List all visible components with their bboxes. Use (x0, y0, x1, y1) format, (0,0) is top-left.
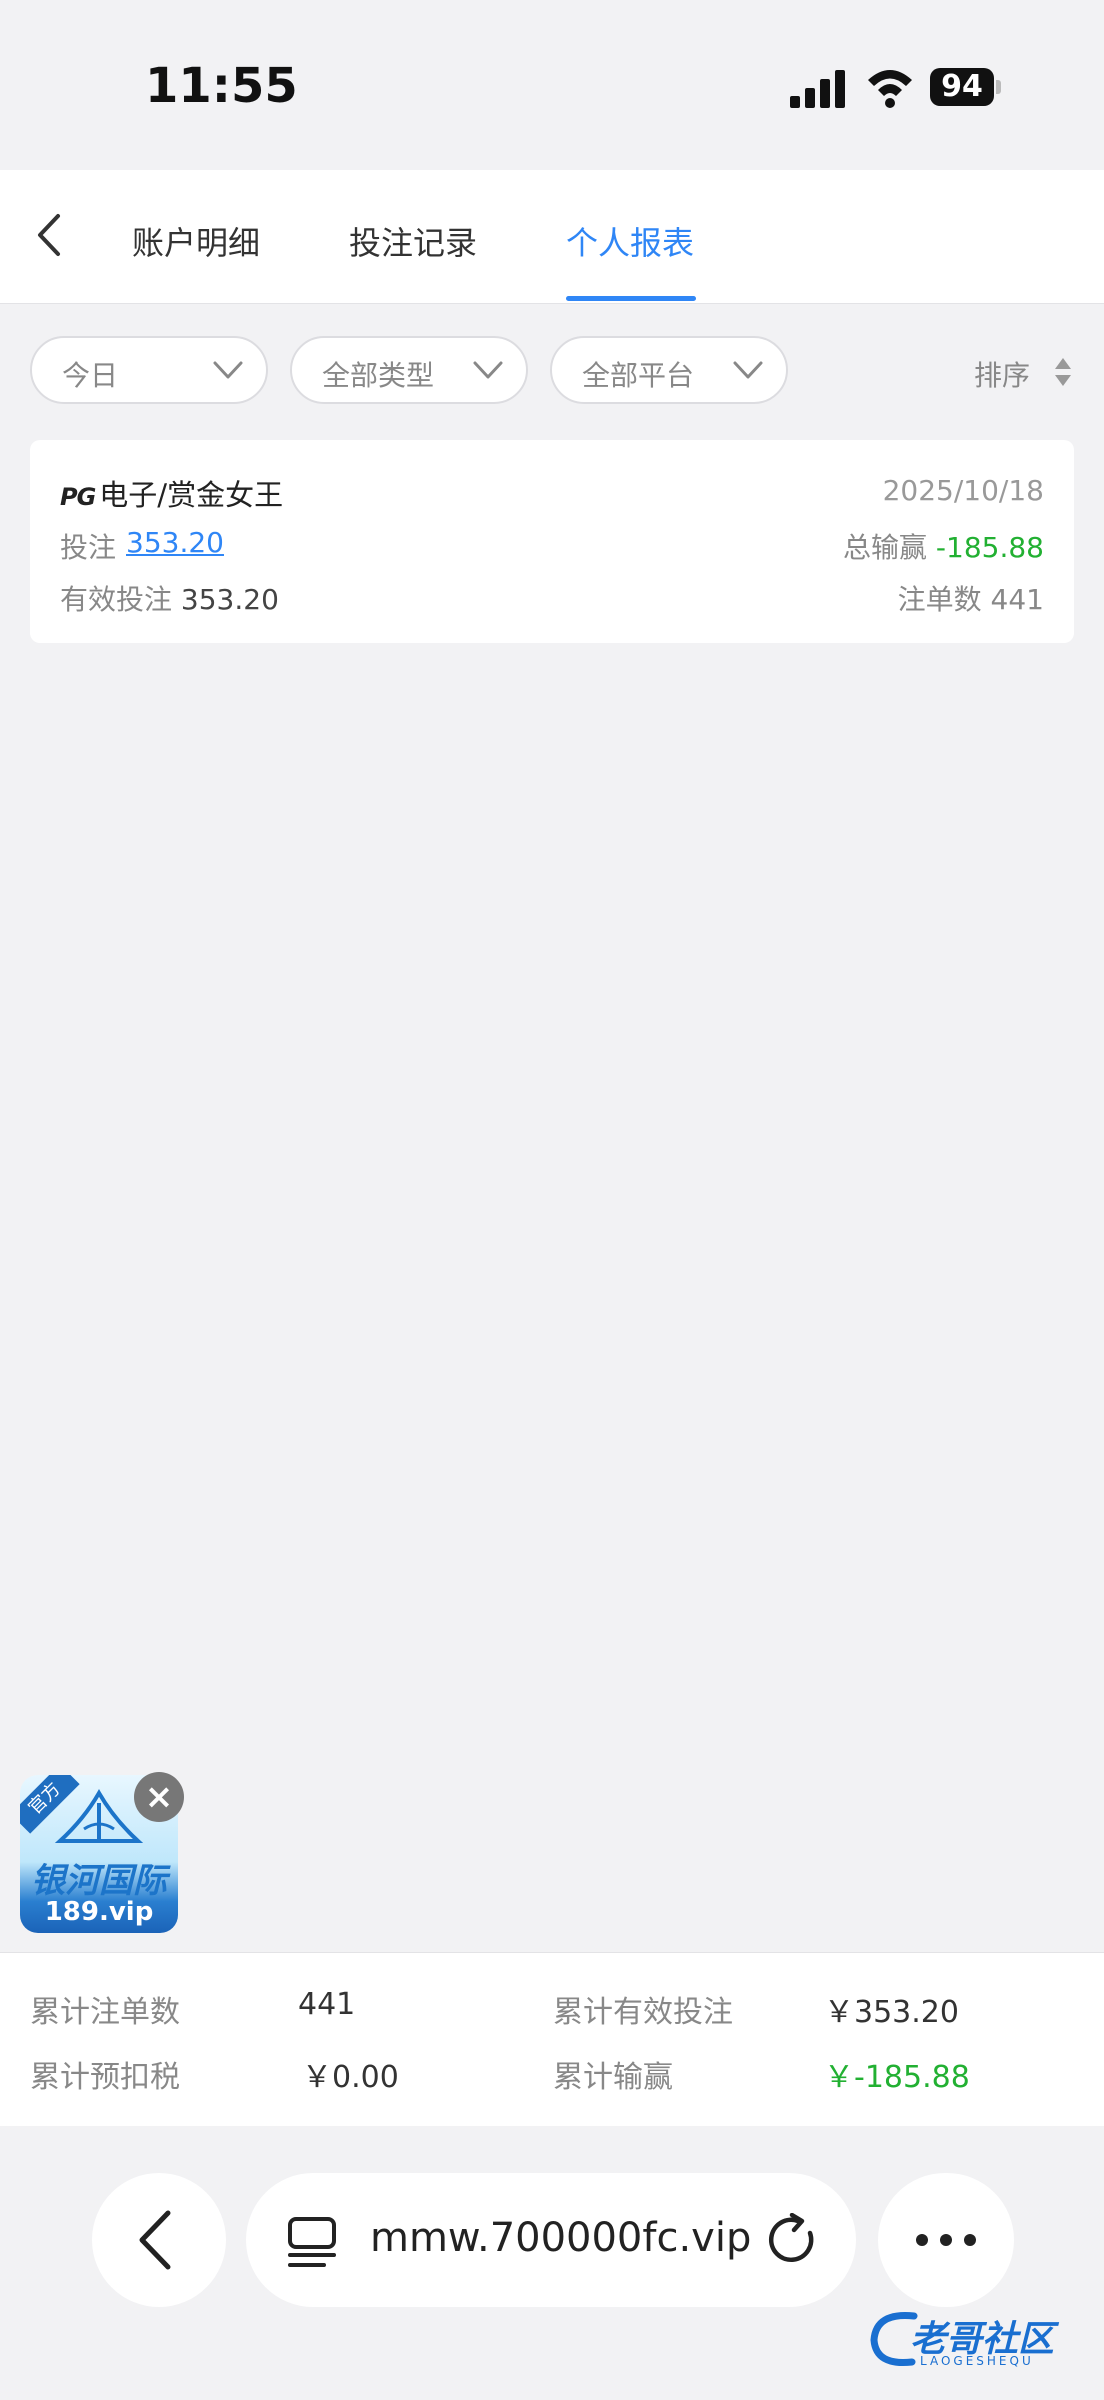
valid-bet-label: 有效投注 (60, 583, 173, 616)
platform-filter-dropdown[interactable]: 全部平台 (550, 336, 788, 404)
more-options-button[interactable] (878, 2173, 1014, 2307)
chevron-down-icon (213, 361, 243, 379)
promo-logo-icon (54, 1789, 144, 1843)
date-filter-label: 今日 (62, 359, 119, 392)
cellular-signal-icon (790, 70, 845, 108)
total-tax-label: 累计预扣税 (30, 2060, 180, 2095)
total-valid-bet-label: 累计有效投注 (553, 1995, 733, 2030)
battery-level: 94 (930, 68, 994, 106)
bet-amount-link[interactable]: 353.20 (126, 526, 224, 559)
total-win-loss-label: 累计输赢 (553, 2060, 673, 2095)
total-bets-label: 累计注单数 (30, 1995, 180, 2030)
date-filter-dropdown[interactable]: 今日 (30, 336, 268, 404)
win-value: -185.88 (935, 531, 1044, 564)
win-label: 总输赢 (843, 531, 928, 564)
status-time: 11:55 (145, 58, 298, 114)
more-dots-icon (916, 2234, 976, 2246)
total-valid-bet-value: ￥353.20 (824, 1995, 959, 2030)
watermark-logo: 老哥社区 LAOGESHEQU (866, 2302, 1092, 2374)
watermark-subtext: LAOGESHEQU (920, 2354, 1034, 2368)
valid-bet: 有效投注 353.20 (60, 578, 279, 618)
status-bar: 11:55 94 (0, 0, 1104, 170)
chevron-left-icon (139, 2210, 171, 2270)
tab-personal-report[interactable]: 个人报表 (566, 218, 694, 264)
bet-count: 注单数 441 (898, 578, 1044, 618)
summary-panel: 累计注单数 441 累计有效投注 ￥353.20 累计预扣税 ￥0.00 累计输… (0, 1952, 1104, 2126)
total-bets-value: 441 (298, 1987, 356, 2022)
bet-count-value: 441 (990, 583, 1044, 616)
promo-site: 189.vip (44, 1897, 154, 1927)
address-bar[interactable]: mmw.700000fc.vip (246, 2173, 856, 2307)
record-date: 2025/10/18 (882, 474, 1044, 507)
tab-bet-records[interactable]: 投注记录 (349, 218, 477, 264)
tab-overview-icon[interactable] (286, 2215, 338, 2271)
report-header: 账户明细 投注记录 个人报表 (0, 170, 1104, 304)
url-text: mmw.700000fc.vip (370, 2215, 752, 2261)
back-arrow-icon[interactable] (30, 210, 70, 260)
close-icon[interactable]: × (134, 1772, 184, 1822)
total-tax-value: ￥0.00 (302, 2060, 399, 2095)
report-record-card[interactable]: PG 电子/赏金女王 2025/10/18 投注 353.20 总输赢 -185.… (30, 440, 1074, 643)
promo-brand: 银河国际 (31, 1861, 167, 1901)
valid-bet-value: 353.20 (180, 583, 279, 616)
bet-count-label: 注单数 (897, 583, 982, 616)
type-filter-label: 全部类型 (322, 359, 435, 392)
platform-filter-label: 全部平台 (582, 359, 695, 392)
game-title: 电子/赏金女王 (99, 478, 284, 512)
reload-icon[interactable] (766, 2213, 822, 2269)
pg-logo-icon: PG (60, 483, 96, 511)
wifi-icon (868, 70, 912, 108)
game-name: PG 电子/赏金女王 (60, 472, 283, 514)
type-filter-dropdown[interactable]: 全部类型 (290, 336, 528, 404)
chevron-down-icon (733, 361, 763, 379)
sort-button[interactable]: 排序 (974, 354, 1030, 394)
total-win-loss-value: ￥-185.88 (824, 2060, 970, 2095)
active-tab-indicator (566, 296, 696, 301)
tab-account-details[interactable]: 账户明细 (132, 218, 260, 264)
total-win-loss: 总输赢 -185.88 (843, 526, 1044, 566)
battery-icon: 94 (930, 68, 1001, 108)
browser-back-button[interactable] (92, 2173, 226, 2307)
sort-arrows-icon[interactable] (1052, 356, 1074, 388)
chevron-down-icon (473, 361, 503, 379)
bet-label: 投注 (60, 531, 117, 564)
